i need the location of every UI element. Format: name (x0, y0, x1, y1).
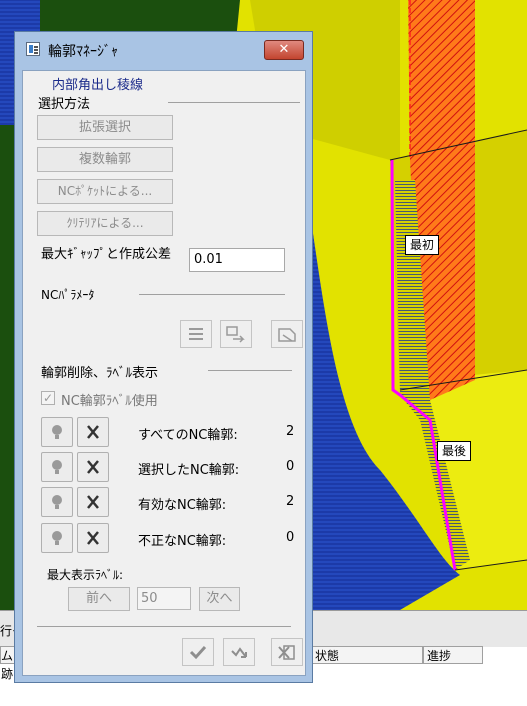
delete-x-icon (87, 495, 99, 509)
nc-pocket-button[interactable]: NCﾎﾟｹｯﾄによる... (37, 179, 173, 204)
dialog-subtitle: 内部角出し稜線 (52, 78, 144, 93)
close-button[interactable]: ✕ (264, 40, 304, 60)
contour-row-label: 不正なNC輪郭: (138, 534, 227, 549)
contour-row-valid: 有効なNC輪郭: 2 (23, 487, 307, 519)
extended-select-button[interactable]: 拡張選択 (37, 115, 173, 140)
contour-row-all: すべてのNC輪郭: 2 (23, 417, 307, 449)
contour-row-label: 選択したNC輪郭: (138, 463, 240, 478)
apply-params-button[interactable] (220, 320, 252, 348)
column-header-progress[interactable]: 進捗 (423, 646, 483, 664)
checkmark-icon (189, 645, 207, 660)
lightbulb-icon (52, 495, 62, 509)
delete-x-icon (87, 425, 99, 439)
lightbulb-icon (52, 425, 62, 439)
max-labels-title: 最大表示ﾗﾍﾞﾙ: (47, 568, 124, 582)
contour-row-invalid: 不正なNC輪郭: 0 (23, 523, 307, 555)
contour-row-value: 0 (286, 459, 295, 474)
column-header-status[interactable]: 状態 (311, 646, 423, 664)
show-bulb-button[interactable] (41, 523, 73, 553)
show-bulb-button[interactable] (41, 487, 73, 517)
delete-x-button[interactable] (77, 487, 109, 517)
title-bar[interactable]: 輪郭ﾏﾈｰｼﾞｬ ✕ (15, 32, 312, 70)
max-labels-input[interactable]: 50 (137, 587, 191, 610)
delete-x-button[interactable] (77, 452, 109, 482)
contour-group-title: 輪郭削除、ﾗﾍﾞﾙ表示 (41, 366, 159, 381)
delete-x-button[interactable] (77, 523, 109, 553)
checkbox-box: ✓ (41, 391, 55, 405)
contour-row-selected: 選択したNC輪郭: 0 (23, 452, 307, 484)
contour-row-value: 2 (286, 494, 295, 509)
footer-separator (37, 626, 291, 627)
nc-label-checkbox[interactable]: ✓ NC輪郭ﾗﾍﾞﾙ使用 (41, 390, 221, 409)
apply-arrow-icon (231, 647, 247, 658)
max-gap-label: 最大ｷﾞｬｯﾌﾟと作成公差 (41, 247, 172, 262)
nc-params-separator (139, 294, 285, 295)
app-icon (26, 42, 40, 56)
contour-row-label: すべてのNC輪郭: (138, 428, 238, 443)
last-contour-label: 最後 (437, 441, 472, 461)
multi-contour-button[interactable]: 複数輪郭 (37, 147, 173, 172)
max-gap-input[interactable]: 0.01 (189, 248, 285, 272)
ok-button[interactable] (182, 638, 214, 666)
contour-row-value: 0 (286, 530, 295, 545)
delete-x-icon (87, 460, 99, 474)
apply-params-icon (226, 326, 245, 343)
list-params-button[interactable] (180, 320, 212, 348)
next-button[interactable]: 次へ (199, 587, 240, 611)
nc-params-title: NCﾊﾟﾗﾒｰﾀ (41, 288, 95, 302)
show-bulb-button[interactable] (41, 452, 73, 482)
list-params-icon (189, 328, 203, 340)
criteria-button[interactable]: ｸﾘﾃﾘｱによる... (37, 211, 173, 236)
contour-manager-dialog: 輪郭ﾏﾈｰｼﾞｬ ✕ 内部角出し稜線 選択方法 拡張選択 複数輪郭 NCﾎﾟｹｯ… (14, 31, 313, 683)
checkbox-label: NC輪郭ﾗﾍﾞﾙ使用 (61, 394, 158, 409)
lightbulb-icon (52, 531, 62, 545)
dialog-body: 内部角出し稜線 選択方法 拡張選択 複数輪郭 NCﾎﾟｹｯﾄによる... ｸﾘﾃ… (22, 70, 306, 676)
contour-separator (208, 370, 292, 371)
prev-button[interactable]: 前へ (68, 587, 130, 611)
delete-x-icon (87, 531, 99, 545)
window-title: 輪郭ﾏﾈｰｼﾞｬ (48, 44, 118, 60)
selection-separator (168, 102, 300, 103)
show-bulb-button[interactable] (41, 417, 73, 447)
cancel-button[interactable] (271, 638, 303, 666)
apply-button[interactable] (223, 638, 255, 666)
cancel-icon (278, 645, 295, 660)
contour-row-value: 2 (286, 424, 295, 439)
delete-x-button[interactable] (77, 417, 109, 447)
export-params-button[interactable] (271, 320, 303, 348)
first-contour-label: 最初 (405, 235, 440, 255)
export-params-icon (278, 328, 296, 342)
selection-method-title: 選択方法 (38, 97, 91, 112)
lightbulb-icon (52, 460, 62, 474)
contour-row-label: 有効なNC輪郭: (138, 498, 227, 513)
